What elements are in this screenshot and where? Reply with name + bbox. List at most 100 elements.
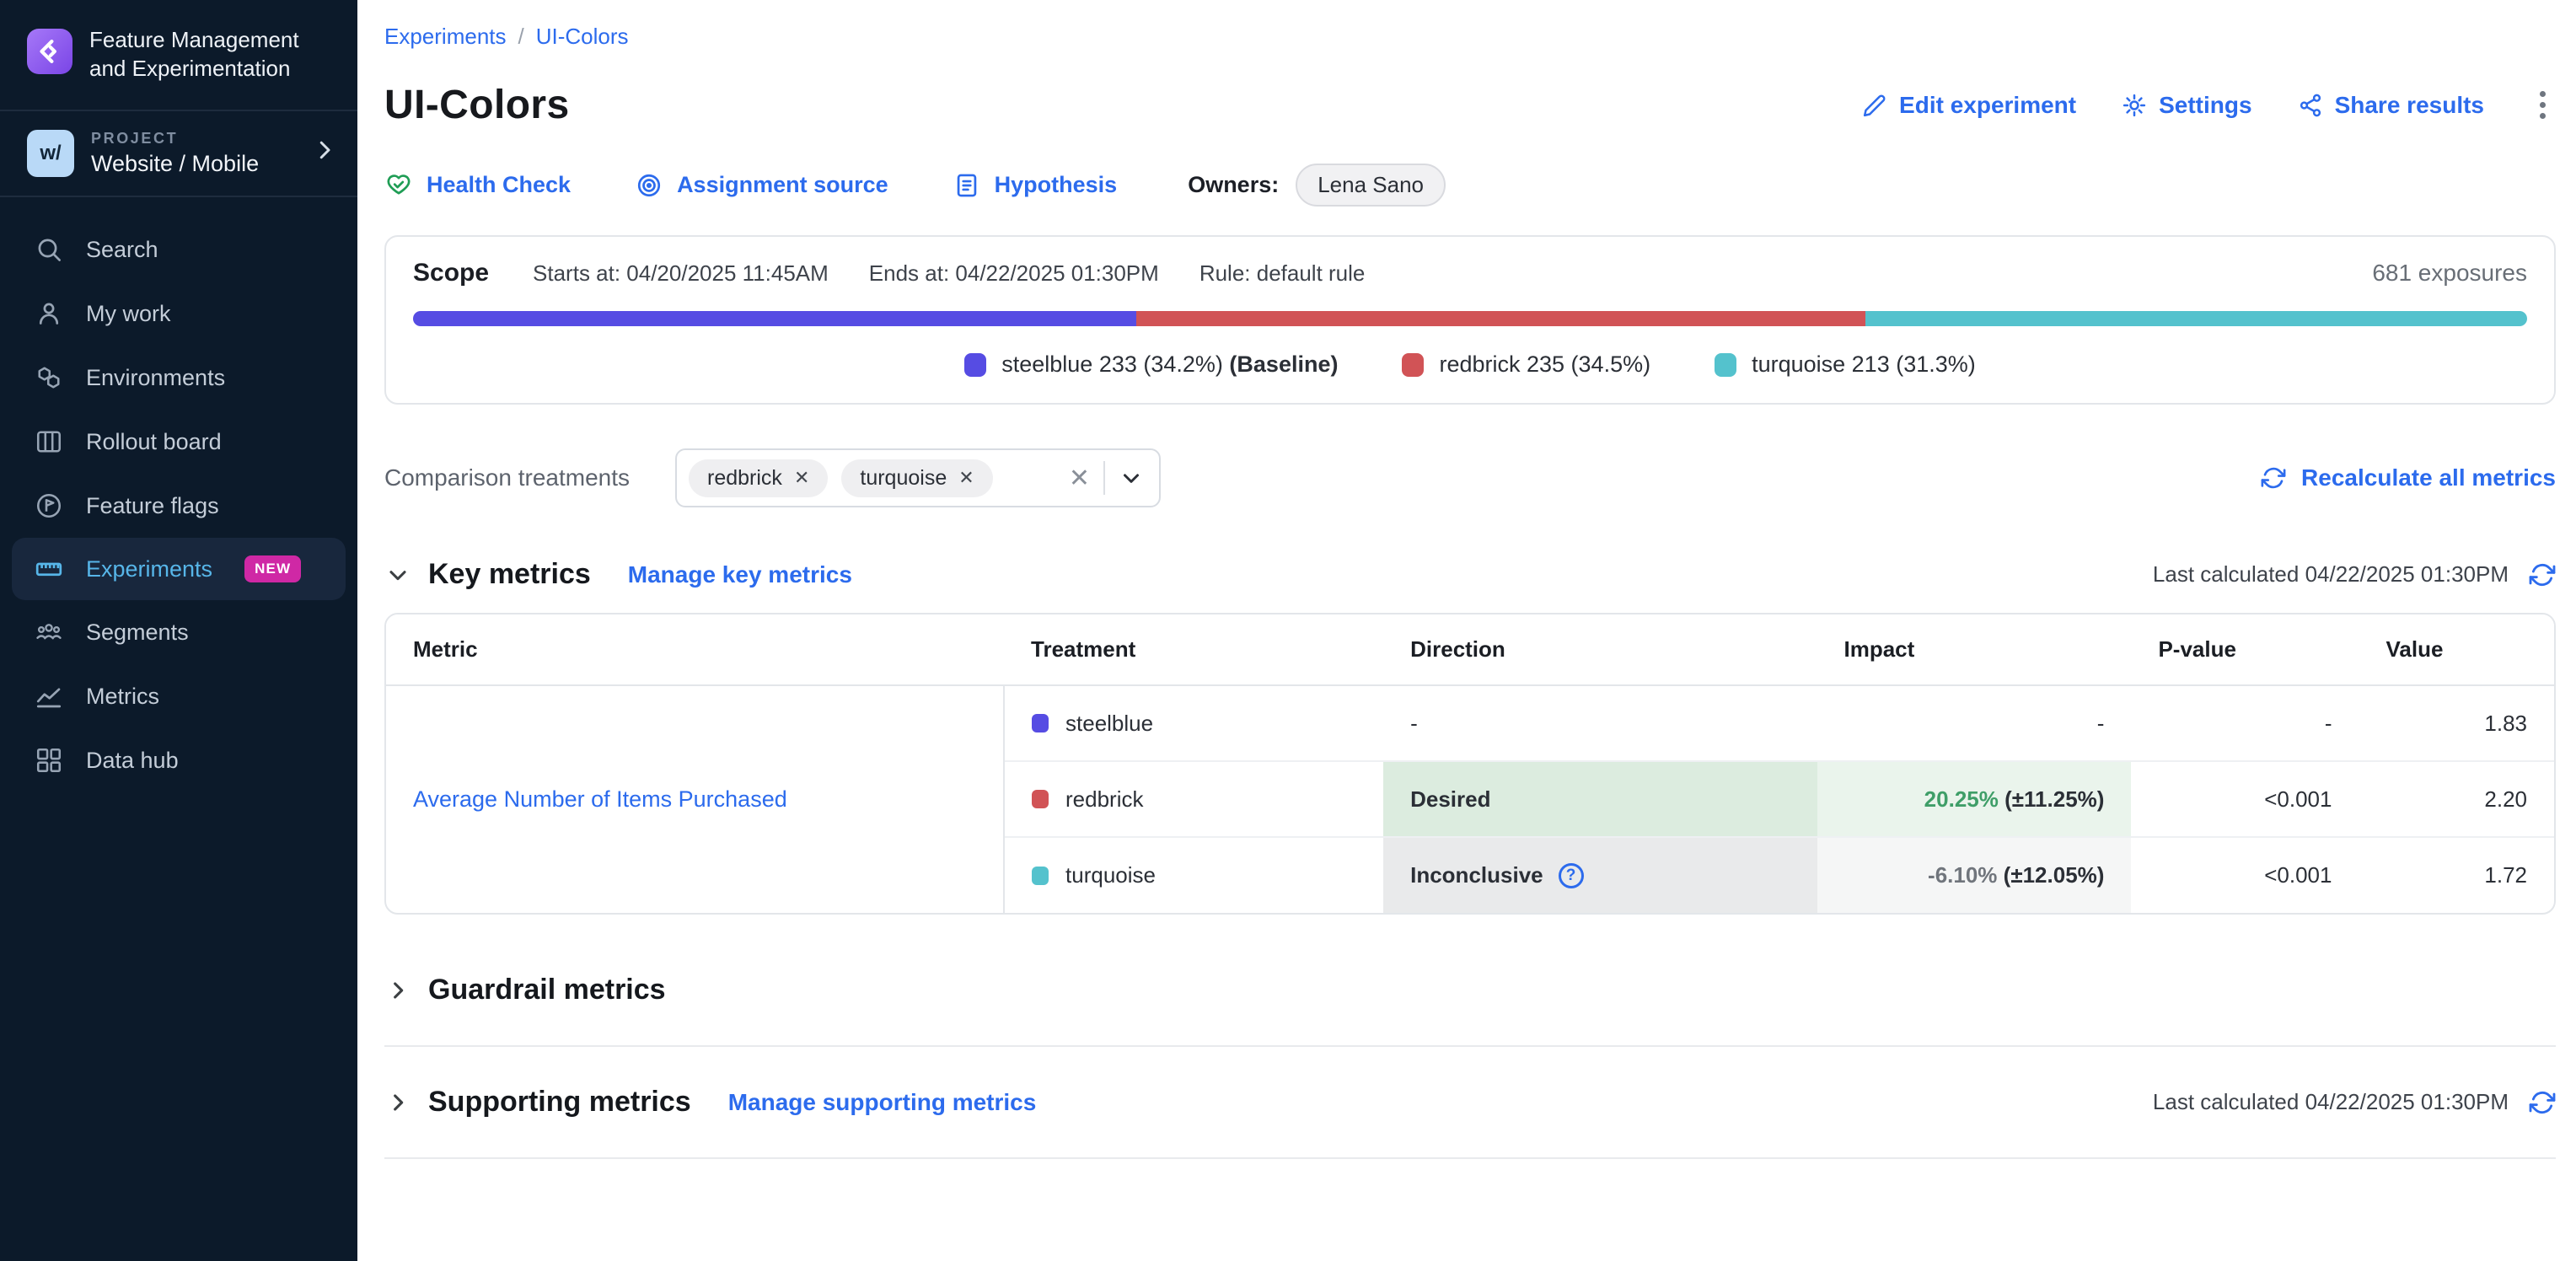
owner-pill[interactable]: Lena Sano bbox=[1296, 164, 1446, 207]
chevron-right-icon[interactable] bbox=[384, 977, 411, 1004]
treatment-color-dot bbox=[1032, 714, 1049, 732]
chart-icon bbox=[34, 681, 64, 711]
experiment-meta-row: Health Check Assignment source Hypothesi… bbox=[384, 164, 2556, 207]
impact-cell: -6.10% (±12.05%) bbox=[1817, 837, 2132, 913]
sidebar-item-label: My work bbox=[86, 301, 171, 327]
sidebar-item-label: Experiments bbox=[86, 556, 212, 582]
value-cell: 1.83 bbox=[2359, 685, 2554, 761]
column-header-impact: Impact bbox=[1817, 614, 2132, 685]
column-header-treatment: Treatment bbox=[1004, 614, 1383, 685]
sidebar-item-rollout-board[interactable]: Rollout board bbox=[0, 410, 357, 474]
value-cell: 1.72 bbox=[2359, 837, 2554, 913]
sidebar-item-metrics[interactable]: Metrics bbox=[0, 664, 357, 728]
guardrail-metrics-title: Guardrail metrics bbox=[428, 974, 666, 1006]
edit-experiment-button[interactable]: Edit experiment bbox=[1862, 92, 2076, 119]
hypothesis-link[interactable]: Hypothesis bbox=[953, 171, 1118, 200]
page-title: UI-Colors bbox=[384, 82, 570, 128]
legend-swatch bbox=[1402, 353, 1424, 377]
sidebar: Feature Management and Experimentation w… bbox=[0, 0, 357, 1261]
supporting-last-calculated: Last calculated 04/22/2025 01:30PM bbox=[2153, 1089, 2556, 1116]
supporting-metrics-header: Supporting metrics Manage supporting met… bbox=[384, 1086, 2556, 1119]
guardrail-metrics-header: Guardrail metrics bbox=[384, 974, 2556, 1006]
recalculate-all-metrics-button[interactable]: Recalculate all metrics bbox=[2261, 464, 2556, 491]
remove-chip-icon[interactable]: ✕ bbox=[958, 467, 974, 489]
sidebar-nav: Search My work Environments Rollout boar… bbox=[0, 197, 357, 792]
owners-group: Owners: Lena Sano bbox=[1188, 164, 1446, 207]
edit-experiment-label: Edit experiment bbox=[1899, 92, 2076, 119]
legend-item-redbrick: redbrick 235 (34.5%) bbox=[1402, 351, 1650, 378]
chip-label: redbrick bbox=[707, 466, 782, 491]
sidebar-item-label: Metrics bbox=[86, 684, 159, 710]
more-options-button[interactable] bbox=[2530, 88, 2556, 122]
comparison-multiselect[interactable]: redbrick ✕ turquoise ✕ ✕ bbox=[675, 448, 1161, 507]
sidebar-item-feature-flags[interactable]: Feature flags bbox=[0, 474, 357, 538]
sidebar-item-label: Search bbox=[86, 237, 158, 263]
breadcrumb-experiments-link[interactable]: Experiments bbox=[384, 24, 507, 50]
chevron-down-icon[interactable] bbox=[1119, 465, 1144, 491]
treatment-cell: redbrick bbox=[1004, 761, 1383, 837]
legend-item-steelblue: steelblue 233 (34.2%) (Baseline) bbox=[964, 351, 1338, 378]
breadcrumb: Experiments / UI-Colors bbox=[384, 24, 2556, 50]
legend-swatch bbox=[964, 353, 986, 377]
metric-link[interactable]: Average Number of Items Purchased bbox=[413, 786, 787, 812]
scope-ends-at: Ends at: 04/22/2025 01:30PM bbox=[869, 260, 1159, 287]
refresh-icon[interactable] bbox=[2529, 561, 2556, 588]
chip-redbrick[interactable]: redbrick ✕ bbox=[689, 459, 828, 497]
legend-swatch bbox=[1715, 353, 1736, 377]
main-content: Experiments / UI-Colors UI-Colors Edit e… bbox=[357, 0, 2576, 1261]
recalculate-label: Recalculate all metrics bbox=[2301, 464, 2556, 491]
key-metrics-table-card: Metric Treatment Direction Impact P-valu… bbox=[384, 613, 2556, 915]
sidebar-item-label: Segments bbox=[86, 620, 189, 646]
manage-supporting-metrics-link[interactable]: Manage supporting metrics bbox=[728, 1089, 1037, 1116]
chip-label: turquoise bbox=[860, 466, 947, 491]
breadcrumb-separator: / bbox=[518, 24, 524, 50]
project-avatar: w/ bbox=[27, 130, 74, 177]
help-icon[interactable]: ? bbox=[1559, 863, 1584, 888]
columns-icon bbox=[34, 427, 64, 457]
chevron-right-icon bbox=[312, 137, 337, 169]
target-icon bbox=[635, 171, 663, 200]
share-results-button[interactable]: Share results bbox=[2298, 92, 2484, 119]
assignment-source-link[interactable]: Assignment source bbox=[635, 171, 888, 200]
sidebar-item-search[interactable]: Search bbox=[0, 217, 357, 282]
sidebar-item-label: Data hub bbox=[86, 748, 179, 774]
sidebar-item-segments[interactable]: Segments bbox=[0, 600, 357, 664]
settings-label: Settings bbox=[2159, 92, 2251, 119]
pencil-icon bbox=[1862, 93, 1887, 118]
assignment-source-label: Assignment source bbox=[677, 172, 888, 198]
scope-rule: Rule: default rule bbox=[1199, 260, 1366, 287]
value-cell: 2.20 bbox=[2359, 761, 2554, 837]
scope-card: Scope Starts at: 04/20/2025 11:45AM Ends… bbox=[384, 235, 2556, 405]
chevron-right-icon[interactable] bbox=[384, 1089, 411, 1116]
comparison-label: Comparison treatments bbox=[384, 464, 630, 491]
column-header-direction: Direction bbox=[1383, 614, 1817, 685]
key-metrics-title: Key metrics bbox=[428, 558, 591, 591]
health-check-link[interactable]: Health Check bbox=[384, 171, 571, 200]
sidebar-item-environments[interactable]: Environments bbox=[0, 346, 357, 410]
split-logo-icon bbox=[27, 29, 72, 74]
project-name: Website / Mobile bbox=[91, 151, 295, 177]
key-metrics-table: Metric Treatment Direction Impact P-valu… bbox=[386, 614, 2554, 913]
treatment-color-dot bbox=[1032, 790, 1049, 808]
exposures-count: 681 exposures bbox=[2372, 260, 2527, 287]
sidebar-item-label: Feature flags bbox=[86, 493, 219, 519]
health-check-label: Health Check bbox=[427, 172, 571, 198]
remove-chip-icon[interactable]: ✕ bbox=[794, 467, 809, 489]
sidebar-item-experiments[interactable]: Experiments NEW bbox=[12, 538, 346, 600]
impact-cell: 20.25% (±11.25%) bbox=[1817, 761, 2132, 837]
hypothesis-label: Hypothesis bbox=[995, 172, 1118, 198]
chip-turquoise[interactable]: turquoise ✕ bbox=[841, 459, 992, 497]
project-selector[interactable]: w/ PROJECT Website / Mobile bbox=[0, 111, 357, 196]
refresh-icon[interactable] bbox=[2529, 1089, 2556, 1116]
table-row-steelblue: Average Number of Items Purchased steelb… bbox=[386, 685, 2554, 761]
flag-circle-icon bbox=[34, 491, 64, 521]
manage-key-metrics-link[interactable]: Manage key metrics bbox=[628, 561, 852, 588]
sidebar-item-data-hub[interactable]: Data hub bbox=[0, 728, 357, 792]
chevron-down-icon[interactable] bbox=[384, 561, 411, 588]
clear-all-icon[interactable]: ✕ bbox=[1069, 464, 1090, 493]
breadcrumb-current-link[interactable]: UI-Colors bbox=[536, 24, 629, 50]
settings-button[interactable]: Settings bbox=[2122, 92, 2251, 119]
sidebar-item-my-work[interactable]: My work bbox=[0, 282, 357, 346]
comparison-row: Comparison treatments redbrick ✕ turquoi… bbox=[384, 448, 2556, 507]
direction-cell-inconclusive: Inconclusive ? bbox=[1383, 837, 1817, 913]
